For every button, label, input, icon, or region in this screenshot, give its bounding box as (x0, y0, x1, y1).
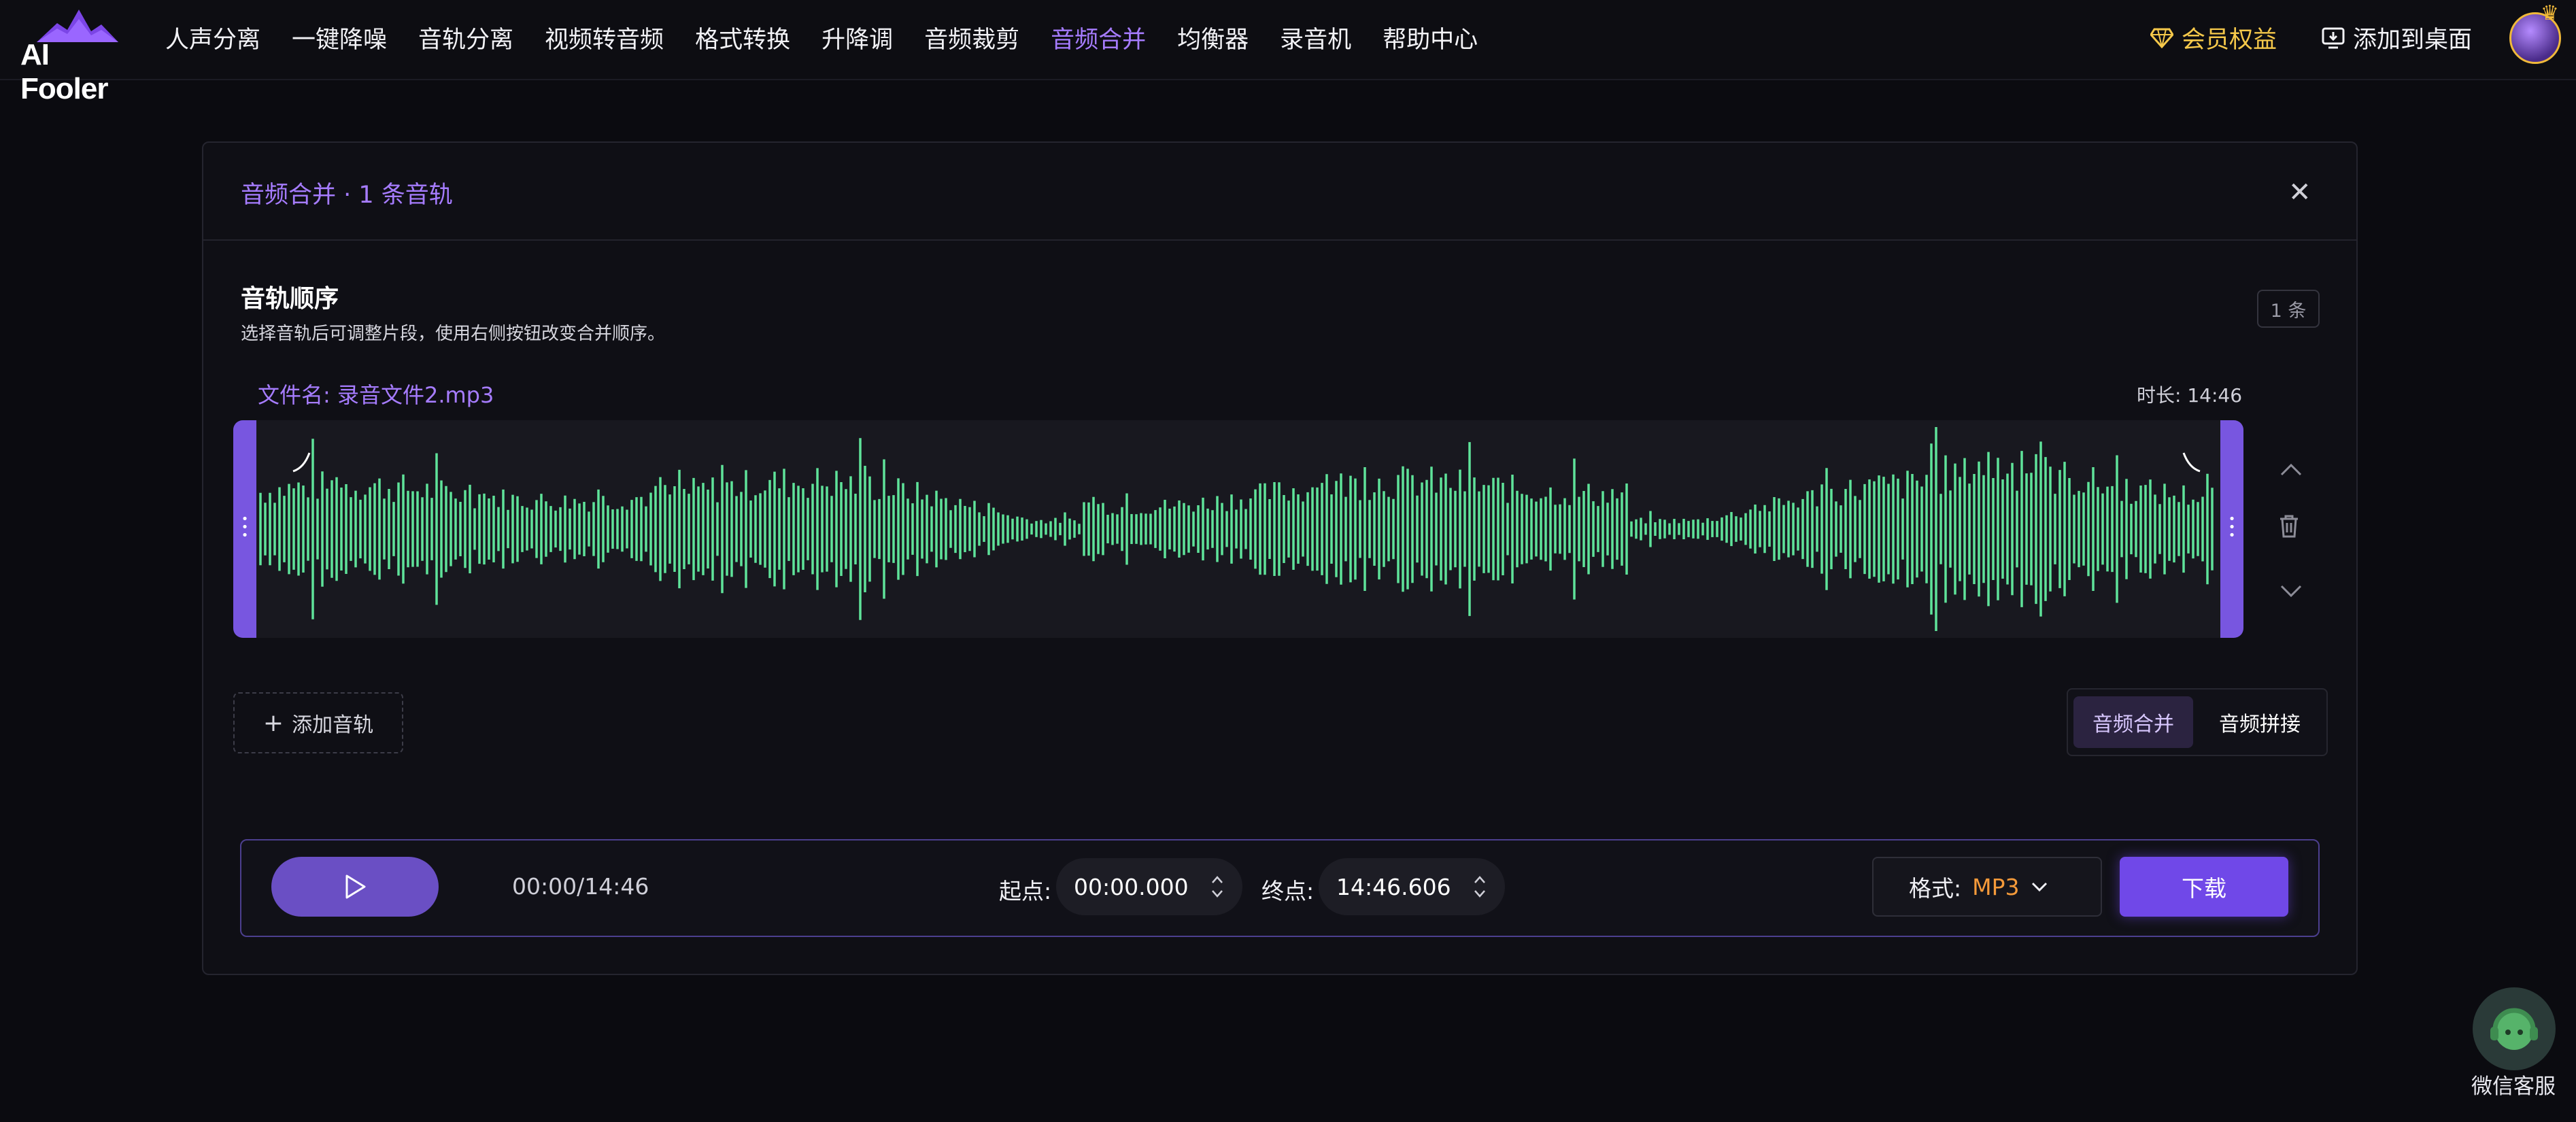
download-button[interactable]: 下载 (2120, 857, 2288, 917)
top-navigation-bar: AI Fooler 人声分离 一键降噪 音轨分离 视频转音频 格式转换 升降调 音频裁剪 音频… (0, 0, 2576, 105)
fade-out-icon[interactable] (2182, 452, 2201, 473)
track-count-badge: 1 条 (2257, 290, 2320, 328)
start-time-value: 00:00.000 (1074, 873, 1189, 900)
nav-item-6[interactable]: 音频裁剪 (924, 20, 1019, 55)
play-icon (345, 874, 366, 899)
plus-icon: + (262, 709, 284, 737)
end-stepper-icon[interactable] (1472, 872, 1487, 902)
waveform[interactable] (256, 420, 2220, 638)
end-time-field[interactable]: 14:46.606 (1319, 858, 1505, 915)
add-track-label: 添加音轨 (292, 713, 374, 737)
trim-handle-left[interactable]: • • • (233, 420, 256, 638)
nav-item-7[interactable]: 音频合并 (1051, 20, 1146, 55)
mode-merge-tab[interactable]: 音频合并 (2073, 696, 2193, 748)
chevron-down-icon (2031, 882, 2047, 892)
logo-text: AI Fooler (20, 38, 108, 105)
nav-item-2[interactable]: 音轨分离 (418, 20, 513, 55)
panel-title: 音频合并 · 1 条音轨 (241, 182, 453, 209)
headset-icon (2490, 1008, 2538, 1050)
nav-item-8[interactable]: 均衡器 (1177, 20, 1249, 55)
start-label: 起点: (999, 878, 1052, 904)
nav-item-9[interactable]: 录音机 (1280, 20, 1351, 55)
format-label: 格式: (1909, 875, 1962, 902)
move-down-icon[interactable] (2279, 578, 2303, 606)
wechat-support-label: 微信客服 (2471, 1074, 2556, 1099)
nav-item-1[interactable]: 一键降噪 (292, 20, 387, 55)
add-track-button[interactable]: + 添加音轨 (233, 692, 403, 753)
merge-mode-switch: 音频合并 音频拼接 (2067, 688, 2328, 756)
format-select[interactable]: 格式: MP3 (1872, 857, 2102, 917)
track-order-description: 选择音轨后可调整片段，使用右侧按钮改变合并顺序。 (241, 324, 666, 344)
crown-icon: ♛ (2541, 1, 2559, 25)
nav-item-3[interactable]: 视频转音频 (545, 20, 664, 55)
delete-icon[interactable] (2279, 514, 2299, 545)
app-logo[interactable]: AI Fooler (10, 5, 132, 105)
fade-in-icon[interactable] (292, 452, 311, 473)
wechat-support-button[interactable] (2473, 987, 2556, 1070)
panel-header: 音频合并 · 1 条音轨 ✕ (203, 143, 2356, 241)
add-to-desktop-link[interactable]: 添加到桌面 (2322, 20, 2472, 55)
member-benefits-label: 会员权益 (2182, 27, 2277, 54)
mode-concat-tab[interactable]: 音频拼接 (2199, 696, 2321, 748)
close-icon[interactable]: ✕ (2288, 177, 2311, 208)
desktop-download-icon (2322, 27, 2345, 48)
end-time-value: 14:46.606 (1336, 873, 1451, 900)
member-benefits-link[interactable]: 会员权益 (2150, 20, 2277, 55)
waveform-track[interactable]: • • • • • • (233, 420, 2243, 638)
move-up-icon[interactable] (2279, 456, 2303, 483)
start-stepper-icon[interactable] (1210, 872, 1225, 902)
main-nav: 人声分离 一键降噪 音轨分离 视频转音频 格式转换 升降调 音频裁剪 音频合并 均衡器 录音机 帮助… (165, 20, 1509, 55)
track-order-title: 音轨顺序 (241, 285, 339, 313)
start-time-field[interactable]: 00:00.000 (1056, 858, 1242, 915)
format-value: MP3 (1972, 873, 2020, 900)
nav-item-0[interactable]: 人声分离 (165, 20, 260, 55)
playback-time: 00:00/14:46 (512, 873, 649, 900)
merge-panel: 音频合并 · 1 条音轨 ✕ 音轨顺序 选择音轨后可调整片段，使用右侧按钮改变合… (202, 141, 2358, 975)
play-button[interactable] (271, 857, 439, 917)
add-to-desktop-label: 添加到桌面 (2353, 27, 2473, 54)
trim-handle-right[interactable]: • • • (2220, 420, 2243, 638)
nav-item-5[interactable]: 升降调 (821, 20, 893, 55)
diamond-icon (2150, 28, 2173, 48)
player-bar: 00:00/14:46 起点: 00:00.000 终点: 14:46.606 … (240, 839, 2320, 937)
nav-item-4[interactable]: 格式转换 (695, 20, 790, 55)
track-file-name: 文件名: 录音文件2.mp3 (258, 382, 494, 408)
nav-item-10[interactable]: 帮助中心 (1383, 20, 1478, 55)
track-duration: 时长: 14:46 (2137, 384, 2243, 407)
end-label: 终点: (1261, 878, 1315, 904)
